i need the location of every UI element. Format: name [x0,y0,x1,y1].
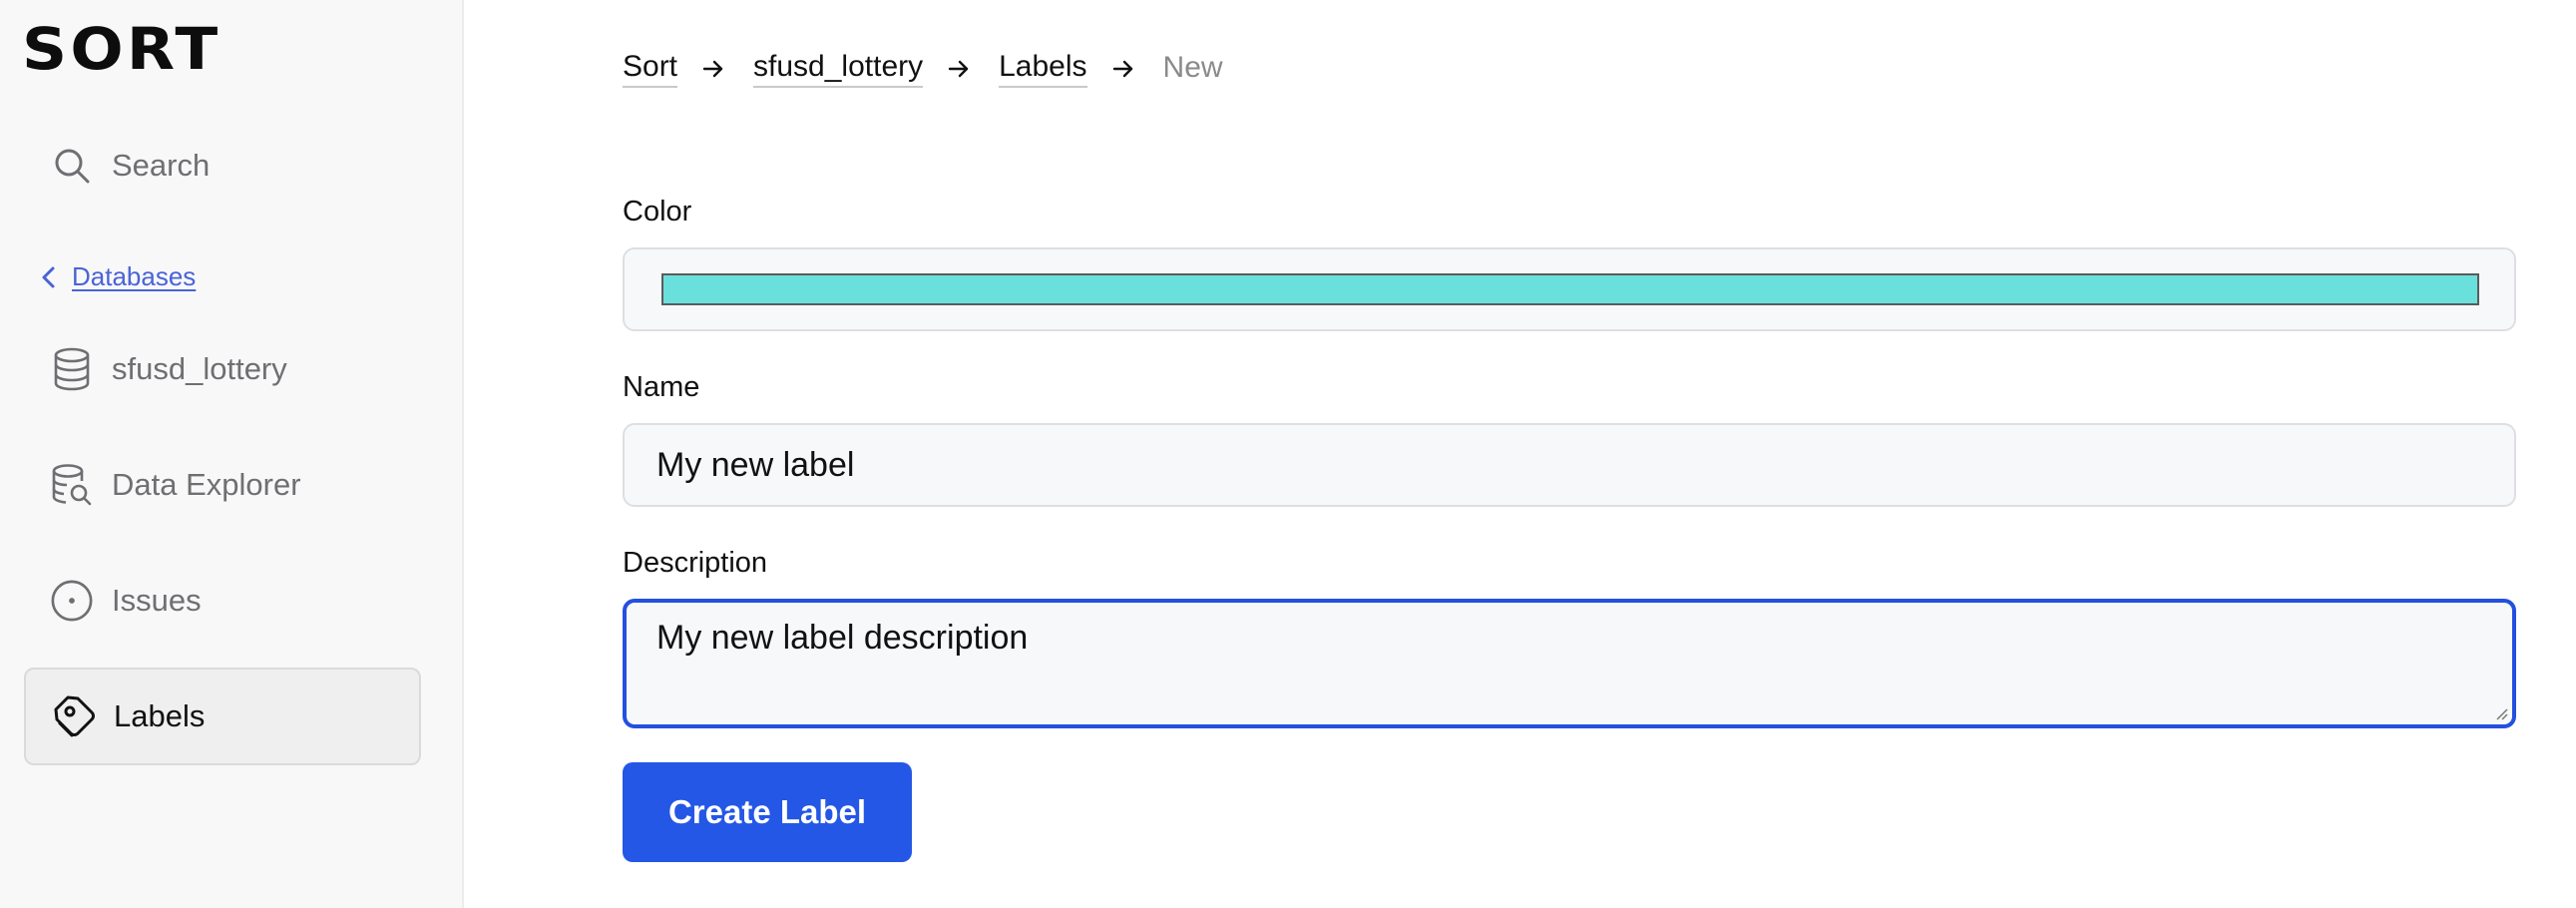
tag-icon [52,694,96,738]
search-icon [50,144,94,188]
name-field-label: Name [623,371,700,403]
color-swatch[interactable] [661,273,2479,305]
description-textarea[interactable]: My new label description [623,599,2516,728]
database-icon [50,347,94,391]
name-input-value: My new label [656,446,855,484]
sidebar-item-label: Data Explorer [112,467,301,502]
breadcrumb: Sort sfusd_lottery Labels New [623,50,1223,88]
arrow-right-icon [947,59,971,79]
breadcrumb-sort[interactable]: Sort [623,50,678,88]
sidebar-item-database[interactable]: sfusd_lottery [24,320,421,418]
sidebar: SORT Search Databases sfusd_lottery Data… [0,0,464,908]
breadcrumb-database[interactable]: sfusd_lottery [753,50,924,88]
back-to-databases-link[interactable]: Databases [38,261,196,292]
sidebar-search-label: Search [112,148,211,183]
create-label-button[interactable]: Create Label [623,762,912,862]
color-picker-input[interactable] [623,247,2516,331]
color-field-label: Color [623,196,692,227]
issue-circle-icon [50,579,94,623]
description-textarea-value: My new label description [656,619,1029,657]
arrow-right-icon [1111,59,1135,79]
breadcrumb-current: New [1162,51,1223,84]
back-link-label: Databases [72,261,197,291]
sidebar-item-labels[interactable]: Labels [24,668,421,765]
chevron-left-icon [42,266,55,287]
sidebar-search[interactable]: Search [24,117,421,215]
arrow-right-icon [701,59,725,79]
name-input[interactable]: My new label [623,423,2516,507]
sidebar-item-label: Labels [114,698,206,733]
database-search-icon [50,463,94,507]
description-field-label: Description [623,547,768,579]
app-logo[interactable]: SORT [22,20,220,78]
resize-handle-icon[interactable] [2494,706,2508,720]
breadcrumb-labels[interactable]: Labels [999,50,1087,88]
sidebar-item-issues[interactable]: Issues [24,552,421,650]
sidebar-item-label: Issues [112,583,202,618]
sidebar-item-data-explorer[interactable]: Data Explorer [24,436,421,534]
sidebar-item-label: sfusd_lottery [112,351,287,386]
